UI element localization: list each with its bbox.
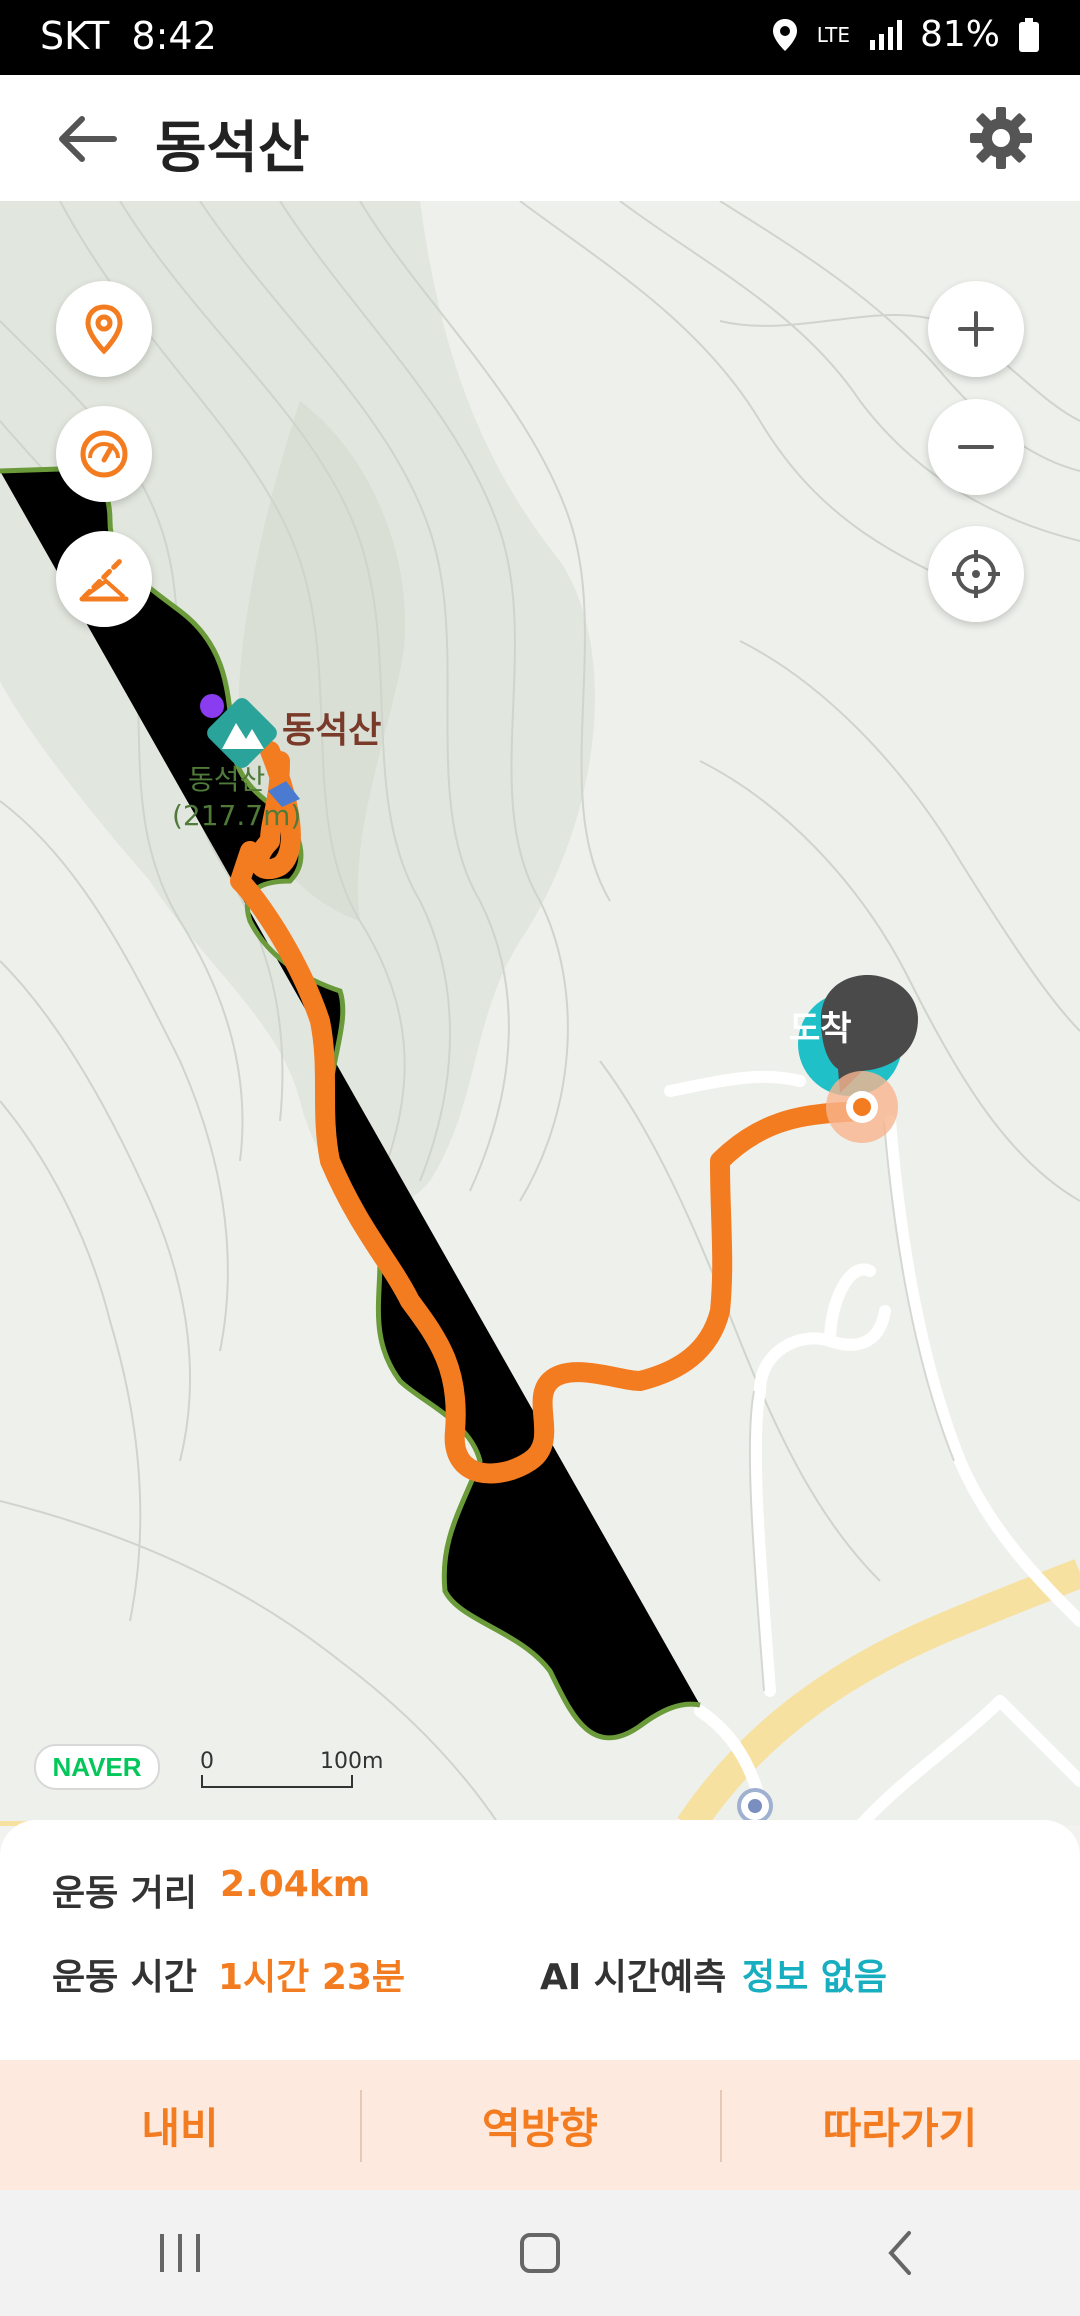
arrow-left-icon [59, 116, 117, 162]
system-back-button[interactable] [855, 2208, 945, 2298]
carrier: SKT [40, 14, 110, 58]
current-position-dot [853, 1098, 871, 1116]
zoom-in-icon [958, 311, 994, 347]
navigate-button[interactable]: 내비 [0, 2060, 360, 2190]
scale-start: 0 [200, 1749, 214, 1774]
map-scale: 0 100m [200, 1749, 384, 1789]
action-bar: 내비 역방향 따라가기 [0, 2060, 1080, 2190]
network-type: LTE [816, 22, 850, 47]
poi-marker-dot [748, 1799, 762, 1813]
reverse-button[interactable]: 역방향 [360, 2060, 720, 2190]
status-bar: SKT 8:42 LTE 81% [0, 0, 1080, 75]
battery-icon [1019, 17, 1039, 52]
distance-label: 운동 거리 [52, 1873, 198, 1914]
recenter-button[interactable] [928, 526, 1024, 622]
main-road [677, 1559, 1080, 1826]
app-bar: 동석산 [0, 75, 1080, 201]
local-roads-outline [748, 1120, 955, 1692]
ai-estimate-label: AI 시간예측 [540, 1957, 727, 1998]
speedometer-icon [80, 430, 128, 478]
time-value: 1시간 23분 [218, 1957, 406, 1998]
location-pin-icon [85, 304, 123, 355]
zoom-in-button[interactable] [928, 281, 1024, 377]
arrival-label: 도착 [789, 1009, 852, 1049]
home-button[interactable] [495, 2208, 585, 2298]
local-roads [664, 1070, 1080, 1826]
elevation-button[interactable] [56, 531, 152, 627]
home-icon [520, 2233, 560, 2273]
naver-logo: NAVER [34, 1744, 160, 1790]
system-nav-bar [0, 2190, 1080, 2316]
recents-button[interactable] [135, 2208, 225, 2298]
signal-icon [869, 19, 902, 50]
peak-label: 동석산 [282, 710, 381, 751]
status-right: LTE 81% [771, 14, 1040, 55]
stats-panel: 운동 거리 2.04km 운동 시간 1시간 23분 AI 시간예측 정보 없음 [0, 1820, 1080, 2060]
gear-icon [970, 107, 1032, 169]
scale-end: 100m [320, 1749, 384, 1774]
clock: 8:42 [131, 14, 217, 58]
crosshair-icon [952, 550, 1000, 598]
zoom-out-icon [958, 445, 994, 449]
scale-bar [201, 1775, 353, 1788]
distance-value: 2.04km [220, 1864, 371, 1905]
ai-estimate-value: 정보 없음 [742, 1957, 888, 1998]
map-canvas[interactable]: 동석산 동석산 (217.7m) 도착 [0, 201, 1080, 1826]
page-title: 동석산 [155, 116, 310, 181]
back-button[interactable] [52, 111, 128, 167]
battery-level: 81% [919, 14, 1000, 55]
settings-button[interactable] [966, 103, 1036, 173]
status-left: SKT 8:42 [40, 14, 217, 58]
map-view[interactable]: 동석산 동석산 (217.7m) 도착 NAVER 0 100m [0, 201, 1080, 1826]
time-label: 운동 시간 [52, 1957, 198, 1998]
location-button[interactable] [56, 281, 152, 377]
elevation-icon [79, 558, 129, 602]
speed-button[interactable] [56, 406, 152, 502]
location-status-icon [772, 18, 797, 51]
follow-button[interactable]: 따라가기 [720, 2060, 1080, 2190]
chevron-left-icon [888, 2231, 911, 2275]
recents-icon [160, 2234, 200, 2272]
peak-sub-label-1: 동석산 [188, 763, 265, 796]
zoom-out-button[interactable] [928, 399, 1024, 495]
